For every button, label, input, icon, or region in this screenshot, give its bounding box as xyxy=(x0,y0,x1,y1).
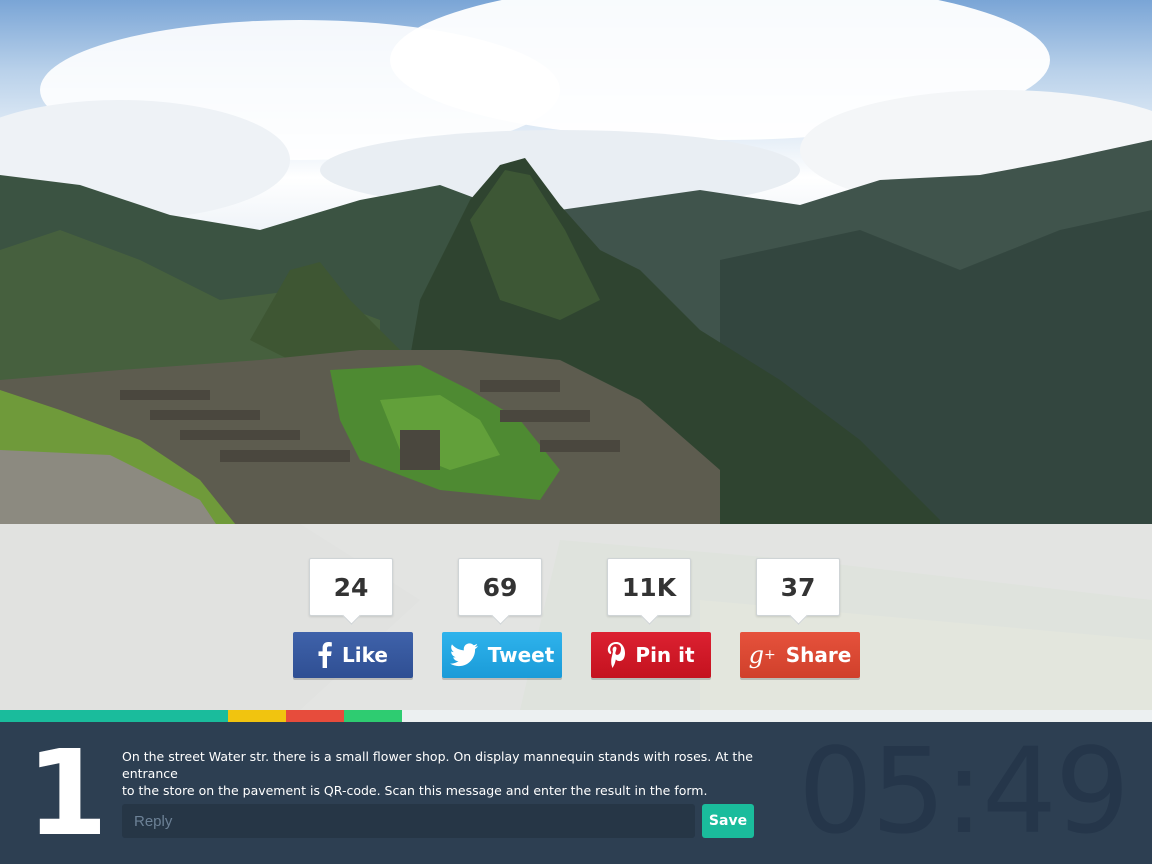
facebook-like-button[interactable]: Like xyxy=(293,632,413,678)
pinterest-icon xyxy=(607,642,626,668)
twitter-tweet-label: Tweet xyxy=(487,643,555,667)
facebook-share: 24 Like xyxy=(293,558,413,678)
task-message-line: to the store on the pavement is QR-code.… xyxy=(122,783,708,798)
save-button[interactable]: Save xyxy=(702,804,754,838)
task-number: 1 xyxy=(26,724,109,862)
google-plus-share: 37 g + Share xyxy=(740,558,860,678)
reply-input[interactable] xyxy=(122,804,695,838)
color-progress-strip xyxy=(0,710,1152,722)
task-message-line: On the street Water str. there is a smal… xyxy=(122,749,753,781)
google-plus-icon: g + xyxy=(748,641,776,669)
strip-segment xyxy=(0,710,228,722)
task-panel: 1 On the street Water str. there is a sm… xyxy=(0,722,1152,864)
twitter-share-count: 69 xyxy=(458,558,542,616)
strip-segment xyxy=(286,710,344,722)
pinterest-share: 11K Pin it xyxy=(591,558,711,678)
pinterest-share-count: 11K xyxy=(607,558,691,616)
twitter-share: 69 Tweet xyxy=(442,558,562,678)
strip-segment xyxy=(228,710,286,722)
share-band xyxy=(0,524,1152,710)
pinterest-pin-button[interactable]: Pin it xyxy=(591,632,711,678)
google-plus-share-button[interactable]: g + Share xyxy=(740,632,860,678)
countdown-timer: 05:49 xyxy=(797,722,1130,860)
strip-segment xyxy=(402,710,1152,722)
facebook-icon xyxy=(318,642,332,668)
pinterest-pin-label: Pin it xyxy=(635,643,695,667)
task-message: On the street Water str. there is a smal… xyxy=(122,748,772,799)
twitter-icon xyxy=(449,643,478,667)
google-plus-share-count: 37 xyxy=(756,558,840,616)
facebook-share-count: 24 xyxy=(309,558,393,616)
facebook-like-label: Like xyxy=(342,643,388,667)
twitter-tweet-button[interactable]: Tweet xyxy=(442,632,562,678)
google-plus-share-label: Share xyxy=(785,643,852,667)
strip-segment xyxy=(344,710,402,722)
